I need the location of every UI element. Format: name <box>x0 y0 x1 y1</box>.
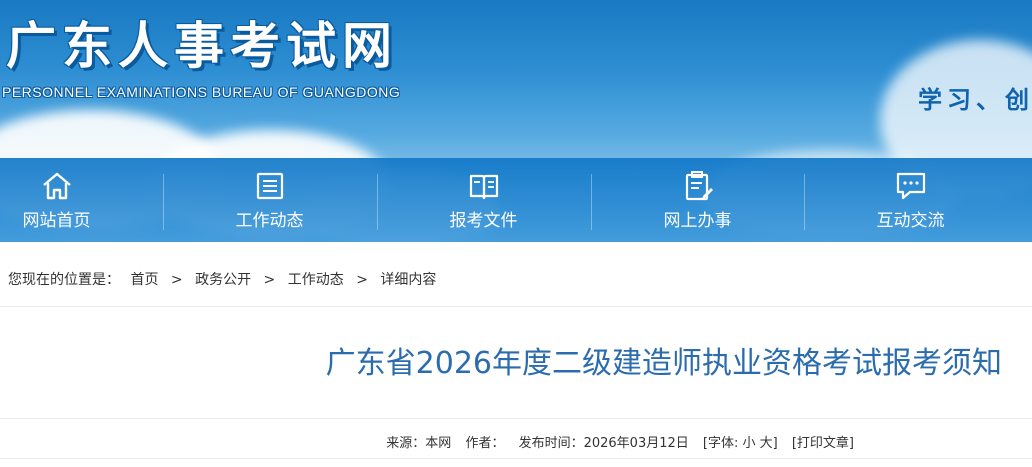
article-title: 广东省2026年度二级建造师执业资格考试报考须知 <box>325 346 1002 381</box>
nav-label: 报考文件 <box>449 211 518 231</box>
slogan: 学习、创新 <box>918 86 1032 114</box>
header-banner: 广东人事考试网 PERSONNEL EXAMINATIONS BUREAU OF… <box>0 0 1032 242</box>
nav-item-work-news[interactable]: 工作动态 <box>163 158 376 242</box>
divider <box>0 458 1032 459</box>
breadcrumb-separator: > <box>263 272 276 288</box>
breadcrumb-separator: > <box>170 272 183 288</box>
breadcrumb-prefix: 您现在的位置是： <box>8 272 120 288</box>
nav-label: 工作动态 <box>235 211 304 231</box>
nav-item-interaction[interactable]: 互动交流 <box>804 158 1017 242</box>
article-author: 作者： <box>465 436 505 451</box>
site-logo-subtitle: PERSONNEL EXAMINATIONS BUREAU OF GUANGDO… <box>2 84 401 100</box>
main-nav: 网站首页 工作动态 报考文件 网上办事 互动交流 <box>0 158 1032 242</box>
breadcrumb-separator: > <box>356 272 368 288</box>
nav-item-online-services[interactable]: 网上办事 <box>591 158 804 242</box>
home-icon <box>42 172 71 200</box>
site-logo-title[interactable]: 广东人事考试网 <box>6 6 398 78</box>
divider <box>0 306 1032 307</box>
nav-label: 网站首页 <box>22 211 91 231</box>
article-date: 发布时间：2026年03月12日 <box>518 436 689 451</box>
nav-item-home[interactable]: 网站首页 <box>0 158 163 242</box>
breadcrumb-bar: 您现在的位置是： 首页 > 政务公开 > 工作动态 > 详细内容 <box>0 242 1032 306</box>
document-icon <box>256 172 283 200</box>
nav-item-exam-docs[interactable]: 报考文件 <box>377 158 590 242</box>
book-icon <box>469 174 498 200</box>
clipboard-edit-icon <box>685 171 713 201</box>
breadcrumb-item-work-news[interactable]: 工作动态 <box>288 272 344 288</box>
article-meta: 来源：本网 作者： 发布时间：2026年03月12日 [字体: 小 大] [打印… <box>386 432 864 451</box>
print-button[interactable]: [打印文章] <box>792 436 854 451</box>
nav-label: 网上办事 <box>663 211 732 231</box>
font-size-control[interactable]: [字体: 小 大] <box>703 436 778 451</box>
divider <box>0 418 1032 419</box>
nav-label: 互动交流 <box>876 211 945 231</box>
breadcrumb-item-home[interactable]: 首页 <box>130 272 158 288</box>
chat-icon <box>896 172 925 200</box>
breadcrumb: 您现在的位置是： 首页 > 政务公开 > 工作动态 > 详细内容 <box>8 269 436 289</box>
breadcrumb-item-current: 详细内容 <box>380 272 437 288</box>
article-source: 来源：本网 <box>386 436 452 451</box>
breadcrumb-item-gov-affairs[interactable]: 政务公开 <box>195 272 251 288</box>
